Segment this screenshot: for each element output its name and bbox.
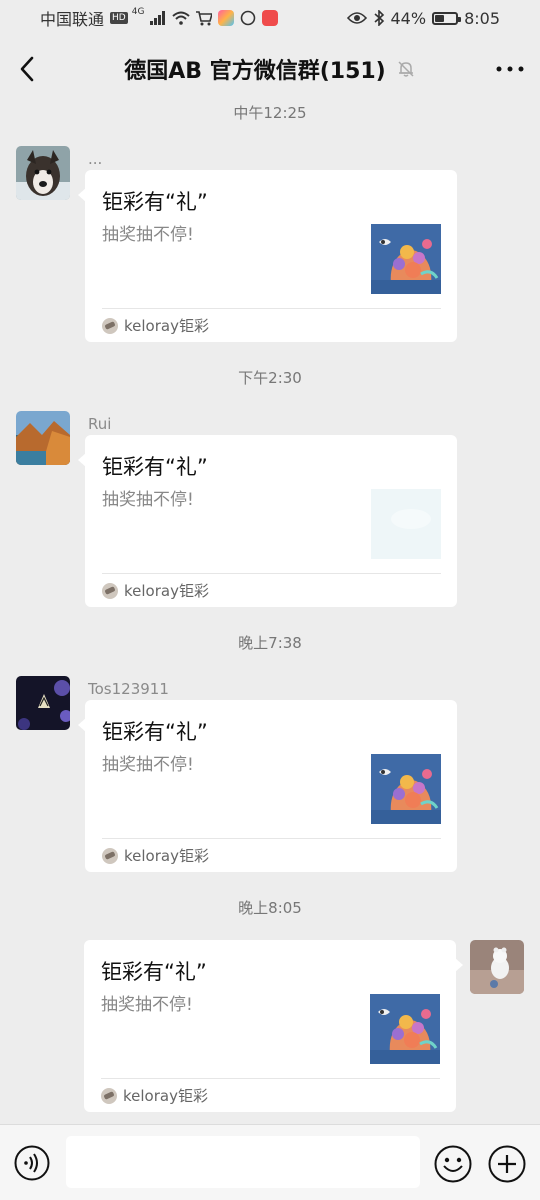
- card-description: 抽奖抽不停!: [102, 755, 194, 775]
- source-name: keloray钜彩: [124, 847, 209, 865]
- status-right: 44% 8:05: [346, 8, 500, 28]
- timestamp-label: 中午12:25: [233, 104, 307, 122]
- card-divider: [101, 1078, 440, 1079]
- card-title: 钜彩有“礼”: [102, 190, 208, 214]
- card-description: 抽奖抽不停!: [102, 225, 194, 245]
- source-logo-icon: [102, 317, 118, 334]
- avatar[interactable]: [470, 940, 524, 994]
- coral-thumbnail-icon: [370, 994, 440, 1064]
- card-source: keloray钜彩: [101, 1085, 208, 1106]
- more-functions-plus-button[interactable]: [488, 1145, 526, 1183]
- red-app-notification-icon: [262, 10, 279, 26]
- avatar[interactable]: [16, 146, 70, 200]
- landscape-avatar-icon: [16, 411, 70, 465]
- battery-level-fill: [435, 14, 444, 22]
- more-options-button[interactable]: [494, 56, 526, 82]
- card-divider: [102, 308, 441, 309]
- card-source: keloray钜彩: [102, 580, 209, 601]
- dog-avatar-icon: [16, 146, 70, 200]
- timestamp-label: 晚上7:38: [238, 634, 302, 652]
- card-title: 钜彩有“礼”: [102, 455, 208, 479]
- carrier-label: 中国联通: [40, 10, 105, 29]
- card-title: 钜彩有“礼”: [102, 720, 208, 744]
- link-card[interactable]: 钜彩有“礼” 抽奖抽不停! keloray钜彩: [78, 700, 457, 872]
- chat-message-list[interactable]: 中午12:25 ... 钜彩有“礼” 抽奖抽不停! keloray钜彩 下午2:…: [0, 96, 540, 1124]
- sender-name: Rui: [88, 415, 112, 433]
- mute-bell-icon: [398, 61, 414, 77]
- card-description: 抽奖抽不停!: [101, 995, 193, 1015]
- timestamp-label: 下午2:30: [238, 369, 302, 387]
- blank-thumbnail-icon: [371, 489, 441, 559]
- timestamp-label: 晚上8:05: [238, 899, 302, 917]
- coral-thumbnail-icon: [371, 754, 441, 824]
- chat-title: 德国AB 官方微信群(151): [124, 59, 386, 84]
- app-notification-icon: [218, 10, 235, 26]
- status-left: 中国联通 HD 4G: [40, 6, 279, 30]
- link-card[interactable]: 钜彩有“礼” 抽奖抽不停! keloray钜彩: [78, 435, 457, 607]
- back-button[interactable]: [14, 54, 42, 84]
- eye-icon: [346, 12, 367, 24]
- voice-input-button[interactable]: [14, 1145, 50, 1181]
- sender-name: Tos123911: [88, 680, 169, 698]
- battery-percent: 44%: [390, 8, 427, 28]
- card-divider: [102, 573, 441, 574]
- source-logo-icon: [101, 1087, 117, 1104]
- hd-badge: HD: [110, 12, 128, 24]
- source-logo-icon: [102, 582, 118, 599]
- butterfly-avatar-icon: [16, 676, 70, 730]
- wifi-icon: [172, 11, 191, 25]
- cart-icon: [196, 10, 213, 25]
- source-name: keloray钜彩: [123, 1087, 208, 1105]
- bear-toy-avatar-icon: [470, 940, 524, 994]
- status-bar: 中国联通 HD 4G 44% 8:05: [0, 0, 540, 36]
- card-divider: [102, 838, 441, 839]
- avatar[interactable]: [16, 411, 70, 465]
- link-card[interactable]: 钜彩有“礼” 抽奖抽不停! keloray钜彩: [78, 170, 457, 342]
- bluetooth-icon: [373, 10, 384, 26]
- battery-icon: [432, 11, 462, 25]
- circle-notification-icon: [241, 10, 256, 26]
- link-card[interactable]: 钜彩有“礼” 抽奖抽不停! keloray钜彩: [84, 940, 463, 1112]
- message-input[interactable]: [66, 1136, 420, 1188]
- card-source: keloray钜彩: [102, 315, 209, 336]
- card-title: 钜彩有“礼”: [101, 960, 207, 984]
- source-name: keloray钜彩: [124, 582, 209, 600]
- chat-header: 德国AB 官方微信群(151): [0, 36, 540, 102]
- clock: 8:05: [464, 8, 500, 28]
- avatar[interactable]: [16, 676, 70, 730]
- emoji-button[interactable]: [434, 1145, 472, 1183]
- source-name: keloray钜彩: [124, 317, 209, 335]
- card-source: keloray钜彩: [102, 845, 209, 866]
- network-type-label: 4G: [131, 7, 145, 17]
- card-description: 抽奖抽不停!: [102, 490, 194, 510]
- signal-icon: [150, 11, 166, 25]
- sender-name: ...: [88, 150, 103, 168]
- coral-thumbnail-icon: [371, 224, 441, 294]
- source-logo-icon: [102, 847, 118, 864]
- chat-input-bar: [0, 1124, 540, 1200]
